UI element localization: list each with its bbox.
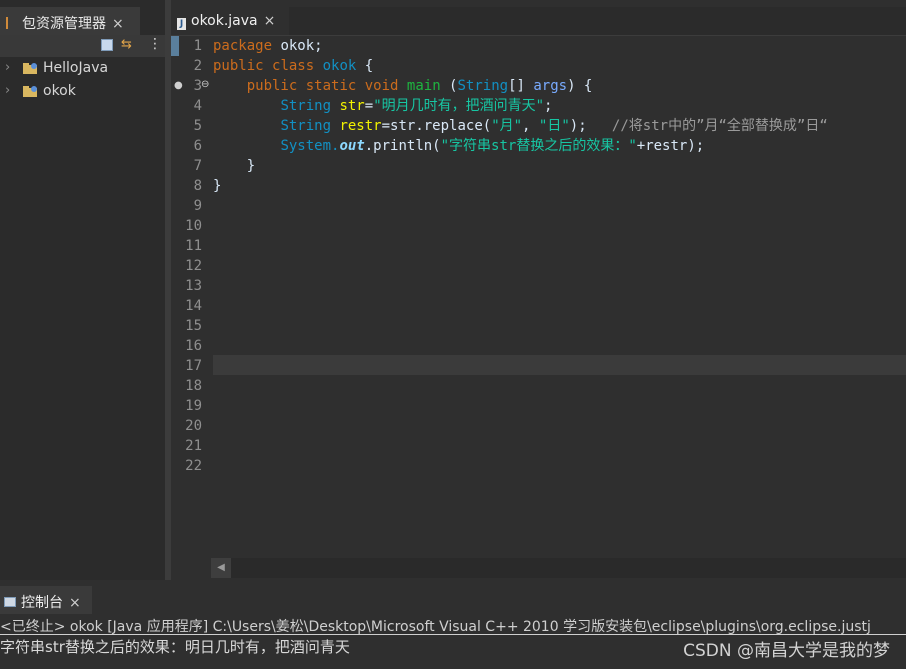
code-line-8[interactable]: } [213, 176, 221, 196]
console-icon [4, 597, 16, 607]
code-line-7[interactable]: } [213, 156, 255, 176]
code-token: restr [339, 118, 382, 134]
code-token: System. [280, 138, 340, 154]
line-number: 5 [193, 118, 202, 134]
line-number: 1 [193, 38, 202, 54]
line-number: 21 [185, 438, 202, 454]
code-line-3[interactable]: public static void main (String[] args) … [213, 76, 593, 96]
line-number: 7 [193, 158, 202, 174]
code-token: out [339, 138, 365, 154]
line-number: 12 [185, 258, 202, 274]
java-file-icon: J [177, 18, 186, 30]
line-number: 10 [185, 218, 202, 234]
tab-package-explorer-label: 包资源管理器 [22, 16, 106, 32]
line-number: 9 [193, 198, 202, 214]
java-project-icon [23, 85, 38, 97]
close-console-button[interactable]: × [69, 595, 81, 611]
code-token: String [280, 118, 332, 134]
tab-package-explorer[interactable]: 包资源管理器 × [0, 7, 140, 35]
horizontal-scrollbar[interactable] [211, 558, 906, 578]
line-number: 14 [185, 298, 202, 314]
package-explorer-icon [6, 17, 16, 29]
watermark: CSDN @南昌大学是我的梦 [683, 641, 890, 661]
tab-okok-java[interactable]: Jokok.java × [171, 7, 289, 36]
console-header: <已终止> okok [Java 应用程序] C:\Users\姜松\Deskt… [0, 619, 871, 634]
code-line-5[interactable]: String restr=str.replace("月", "日"); //将s… [213, 116, 828, 136]
collapse-all-icon[interactable] [101, 39, 113, 51]
current-line-highlight [213, 355, 906, 375]
code-token: void [364, 78, 399, 94]
code-token: +restr); [636, 138, 705, 154]
console-output: 字符串str替换之后的效果：明日几时有，把酒问青天 [0, 638, 350, 656]
line-number: 11 [185, 238, 202, 254]
expand-chevron-icon[interactable]: › [5, 60, 10, 75]
tree-item-okok[interactable]: › okok [0, 81, 165, 103]
line-number: 18 [185, 378, 202, 394]
tree-item-label: okok [43, 83, 76, 99]
code-token: okok [322, 58, 357, 74]
expand-chevron-icon[interactable]: › [5, 83, 10, 98]
line-number: 2 [193, 58, 202, 74]
code-token: { [356, 58, 374, 74]
line-number: 22 [185, 458, 202, 474]
tree-item-label: HelloJava [43, 60, 109, 76]
code-token: String [457, 78, 509, 94]
line-number: 17 [185, 358, 202, 374]
code-token: =str.replace( [381, 118, 492, 134]
code-line-4[interactable]: String str="明月几时有，把酒问青天"; [213, 96, 552, 116]
close-package-explorer-button[interactable]: × [112, 16, 124, 32]
code-token: public [246, 78, 298, 94]
code-token: "明月几时有，把酒问青天" [373, 98, 545, 114]
line-number: 19 [185, 398, 202, 414]
line-number: 16 [185, 338, 202, 354]
link-editor-icon[interactable]: ⇆ [121, 37, 132, 52]
code-line-6[interactable]: System.out.println("字符串str替换之后的效果："+rest… [213, 136, 704, 156]
scroll-left-icon[interactable]: ◀ [211, 558, 231, 578]
code-token: class [272, 58, 315, 74]
tab-console[interactable]: 控制台 × [0, 586, 92, 614]
code-token: "字符串str替换之后的效果：" [440, 138, 637, 154]
code-token: ); [569, 118, 587, 134]
line-number: 6 [193, 138, 202, 154]
breakpoint-marker-icon[interactable]: ● [174, 80, 183, 91]
code-token: package [213, 38, 273, 54]
code-token: okok; [272, 38, 323, 54]
close-editor-tab-button[interactable]: × [264, 13, 276, 29]
code-token: static [305, 78, 357, 94]
code-token: str [339, 98, 365, 114]
line-number: 20 [185, 418, 202, 434]
java-project-icon [23, 62, 38, 74]
fold-icon[interactable]: ⊖ [201, 79, 209, 90]
line-number: 8 [193, 178, 202, 194]
code-token: "月" [491, 118, 523, 134]
code-line-2[interactable]: public class okok { [213, 56, 373, 76]
tab-console-label: 控制台 [21, 595, 63, 611]
code-token: main [406, 78, 441, 94]
package-explorer-toolbar: ⇆ ⋮ [0, 35, 165, 57]
line-number: 15 [185, 318, 202, 334]
code-line-1[interactable]: package okok; [213, 36, 323, 56]
code-token: ) { [567, 78, 593, 94]
code-token: public [213, 58, 264, 74]
code-token: [] [508, 78, 534, 94]
tree-item-hellojava[interactable]: › HelloJava [0, 58, 165, 80]
line-number: 13 [185, 278, 202, 294]
code-token: .println( [364, 138, 441, 154]
view-menu-icon[interactable]: ⋮ [148, 36, 162, 52]
tab-okok-java-label: okok.java [191, 13, 258, 29]
console-divider [0, 634, 906, 635]
code-token: String [280, 98, 332, 114]
code-token: , [522, 118, 539, 134]
code-comment: //将str中的”月“全部替换成”日“ [611, 118, 828, 134]
line-number: 4 [193, 98, 202, 114]
code-token: args [533, 78, 568, 94]
code-token: "日" [538, 118, 570, 134]
